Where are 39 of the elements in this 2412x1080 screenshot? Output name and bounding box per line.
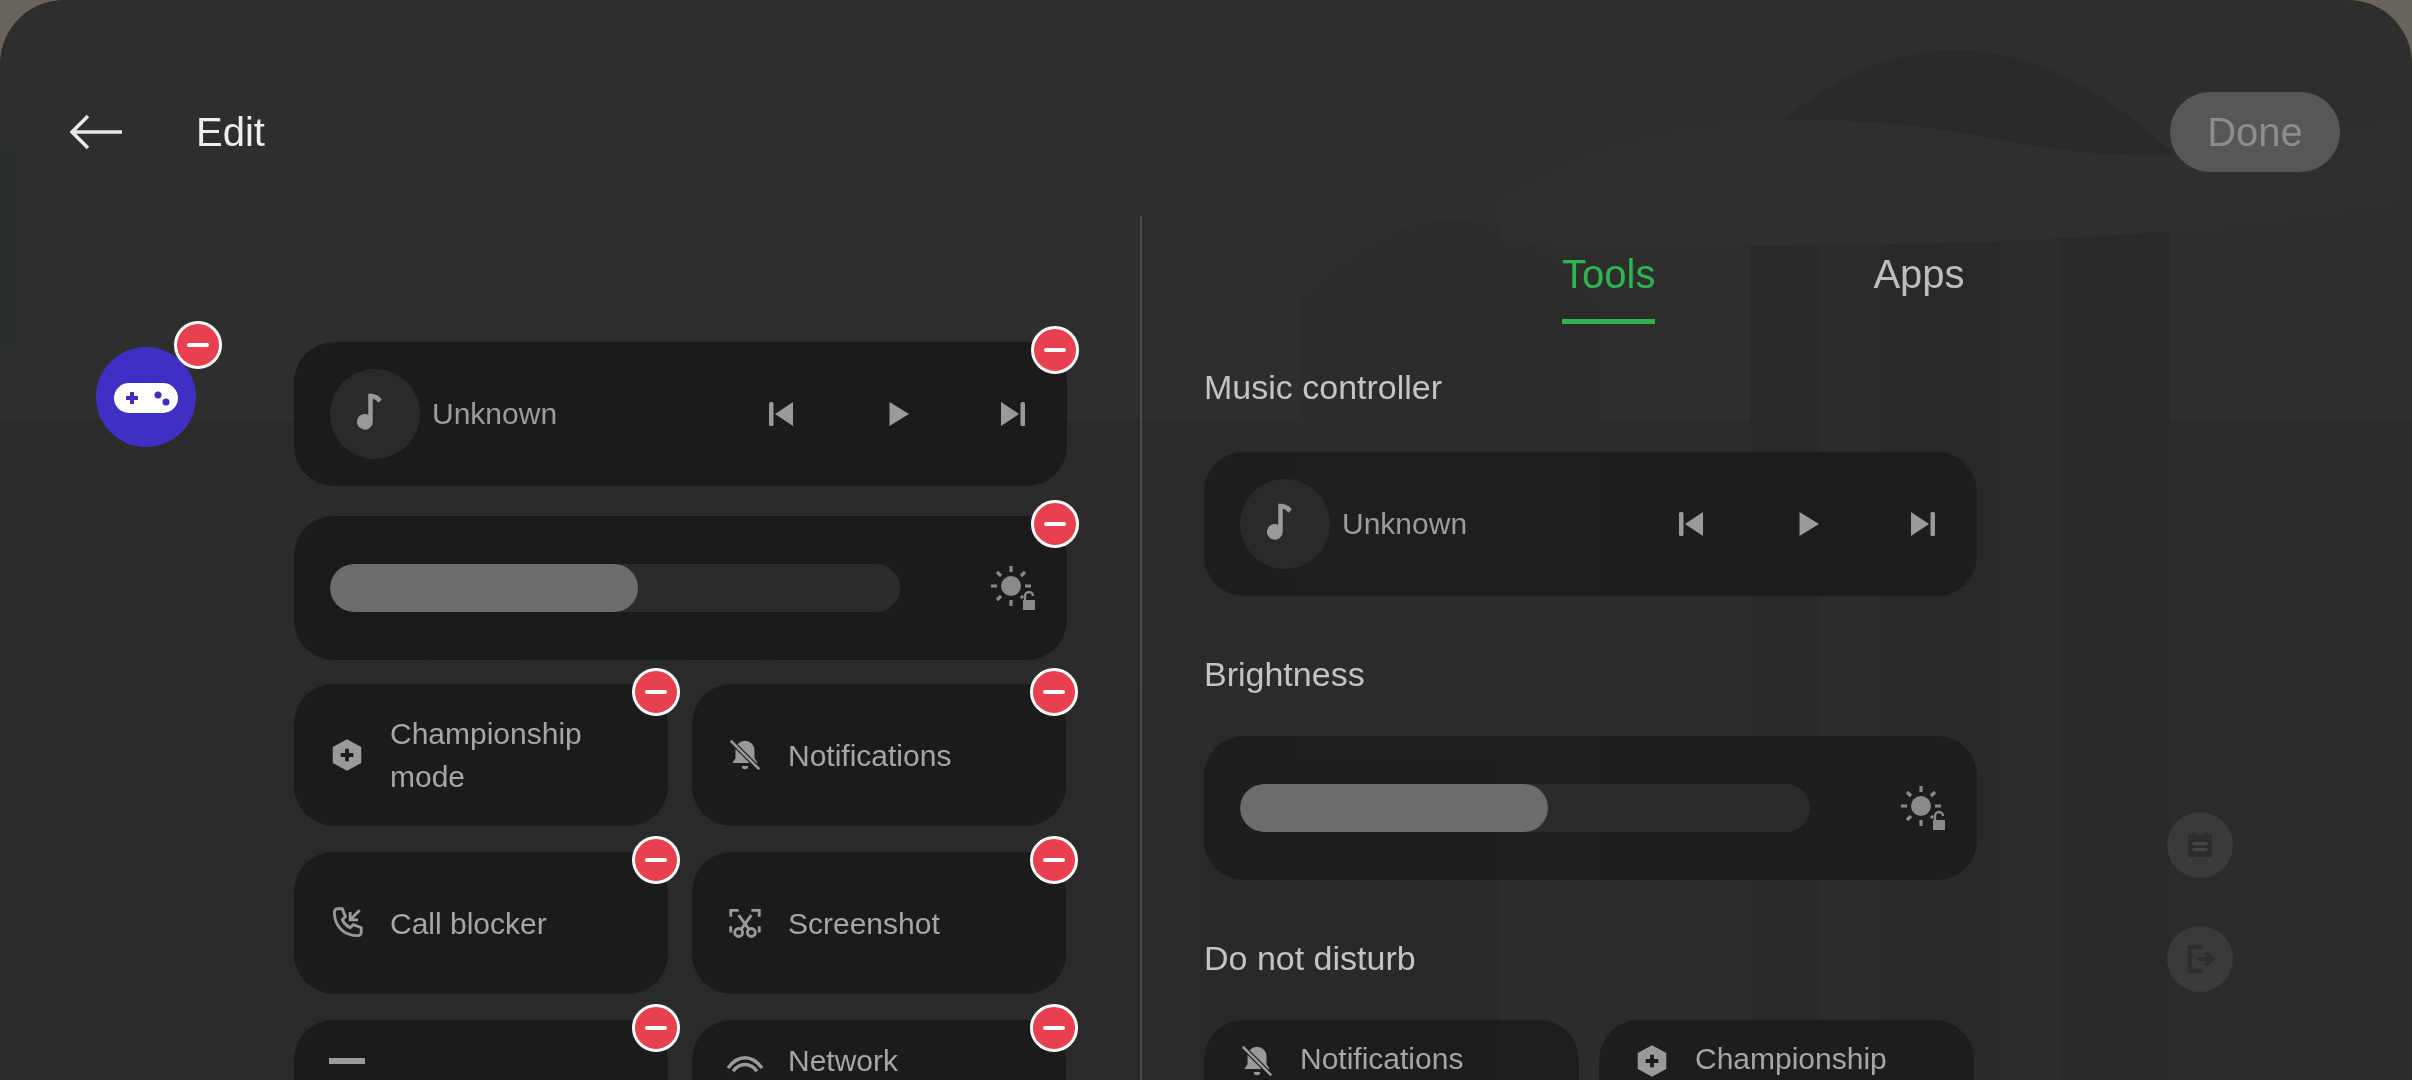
track-title: Unknown: [432, 397, 559, 431]
tool-tile[interactable]: Championship: [1599, 1020, 1974, 1080]
tool-tile[interactable]: Notifications: [1204, 1020, 1579, 1080]
remove-button[interactable]: [1030, 836, 1078, 884]
brightness-slider[interactable]: [330, 564, 900, 612]
remove-button[interactable]: [174, 321, 222, 369]
section-title: Do not disturb: [1204, 938, 1417, 978]
brightness-slider[interactable]: [1240, 784, 1810, 832]
remove-button[interactable]: [632, 836, 680, 884]
tile-label: Call blocker: [390, 905, 547, 942]
tile-label: Championship: [1695, 1042, 1887, 1076]
sun-icon: [989, 564, 1037, 612]
tab[interactable]: Apps: [1873, 252, 1965, 324]
remove-button[interactable]: [632, 668, 680, 716]
tool-tile[interactable]: Championship mode: [294, 684, 668, 826]
remove-button[interactable]: [1031, 326, 1079, 374]
sun-icon: [1899, 784, 1947, 832]
track-title: Unknown: [1342, 507, 1469, 541]
remove-button[interactable]: [1030, 668, 1078, 716]
tile-label: Championship mode: [390, 716, 583, 795]
remove-button[interactable]: [1030, 1004, 1078, 1052]
remove-button[interactable]: [1031, 500, 1079, 548]
tool-tile[interactable]: Call blocker: [294, 852, 668, 994]
tool-tile[interactable]: Network: [692, 1020, 1066, 1080]
tool-tile[interactable]: Notifications: [692, 684, 1066, 826]
section-title: Music controller: [1204, 367, 1444, 407]
signal-icon: [726, 1056, 764, 1073]
section-title: Brightness: [1204, 654, 1366, 694]
remove-button[interactable]: [632, 1004, 680, 1052]
gamepad-icon[interactable]: [96, 347, 196, 447]
tile-label: Notifications: [788, 737, 952, 774]
back-icon[interactable]: [68, 112, 124, 152]
tile-label: Network: [788, 1044, 899, 1078]
page-title: Edit: [196, 109, 265, 155]
tab[interactable]: Tools: [1562, 252, 1656, 324]
tile-label: Screenshot: [788, 905, 940, 942]
tool-tile[interactable]: Screenshot: [692, 852, 1066, 994]
tile-label: Notifications: [1300, 1042, 1464, 1076]
square-icon: [328, 1058, 366, 1064]
